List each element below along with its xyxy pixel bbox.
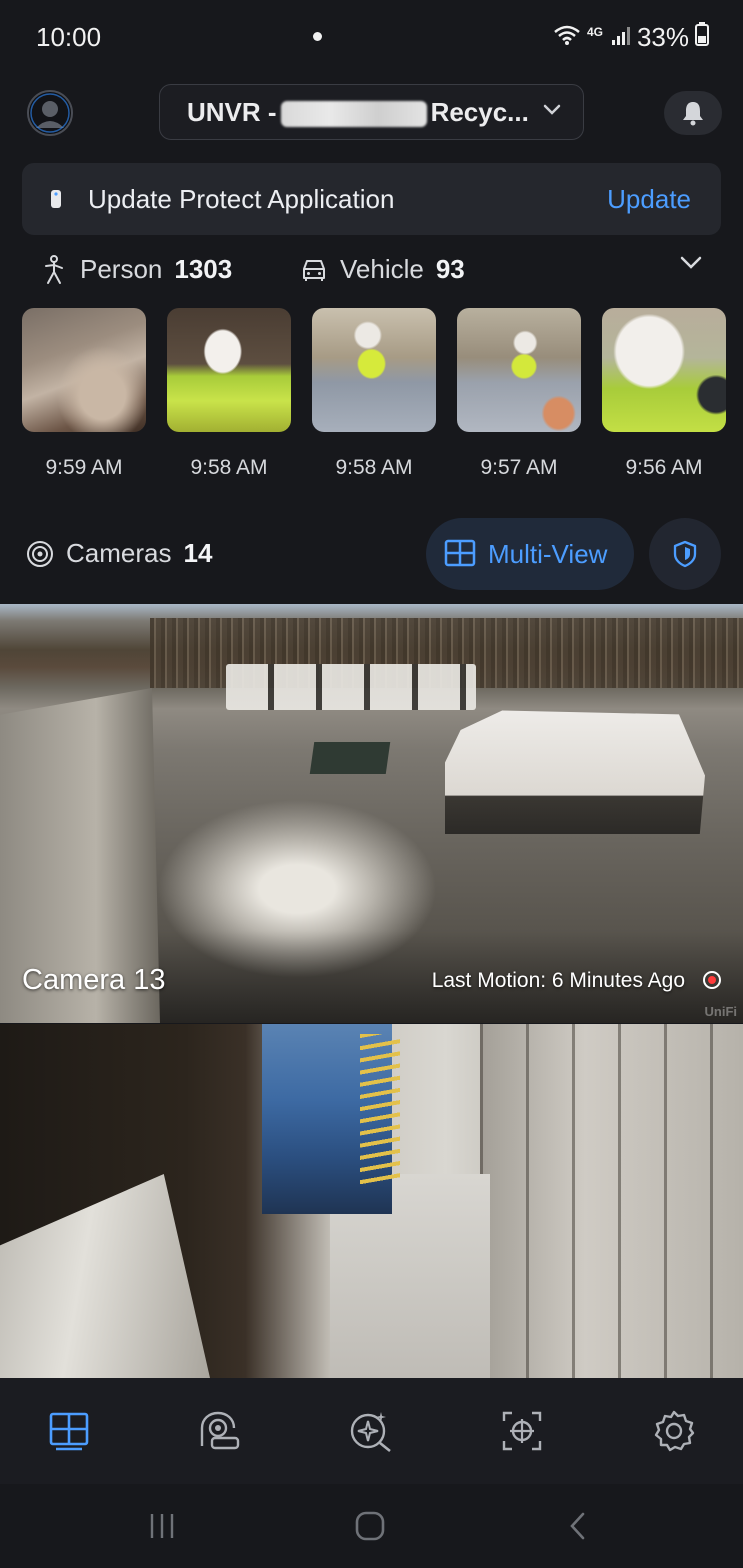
settings-icon	[654, 1410, 695, 1452]
update-banner: Update Protect Application Update	[22, 163, 721, 235]
site-name-suffix: Recyc...	[430, 96, 529, 127]
home-button[interactable]	[350, 1506, 390, 1546]
wifi-icon	[553, 22, 581, 53]
event-thumbnail[interactable]	[602, 308, 726, 432]
shield-icon	[673, 540, 697, 568]
feed-scenery	[360, 1034, 400, 1184]
person-count: 1303	[174, 254, 233, 284]
nav-alarm-manager[interactable]	[497, 1406, 547, 1456]
update-button[interactable]: Update	[607, 184, 691, 215]
user-avatar-icon	[30, 93, 70, 133]
recent-apps-button[interactable]	[142, 1506, 182, 1546]
cameras-count: 14	[183, 538, 213, 568]
feed-scenery	[309, 742, 391, 774]
camera-feed[interactable]	[0, 1024, 743, 1378]
multi-view-button[interactable]: Multi-View	[426, 518, 634, 590]
camera-watermark: UniFi	[704, 1004, 738, 1019]
event-thumbnail[interactable]	[457, 308, 581, 432]
event-time: 9:59 AM	[45, 456, 123, 479]
event-time: 9:56 AM	[625, 456, 703, 479]
site-name-prefix: UNVR -	[187, 96, 277, 127]
feed-scenery	[226, 664, 476, 710]
battery-percent: 33%	[636, 22, 689, 52]
event-thumbnail[interactable]	[167, 308, 291, 432]
event-time: 9:58 AM	[190, 456, 268, 479]
cameras-icon	[200, 1411, 240, 1450]
bell-icon	[683, 102, 703, 126]
event-thumbnail[interactable]	[312, 308, 436, 432]
camera-feed[interactable]: Camera 13 Last Motion: 6 Minutes Ago Uni…	[0, 604, 743, 1023]
vehicle-filter[interactable]: Vehicle 93	[300, 254, 465, 285]
cameras-label: Cameras	[66, 538, 172, 568]
status-time: 10:00	[36, 22, 102, 52]
bottom-navigation	[0, 1378, 743, 1484]
multi-view-label: Multi-View	[488, 538, 608, 569]
person-filter[interactable]: Person 1303	[40, 254, 232, 285]
nav-settings[interactable]	[649, 1406, 699, 1456]
feed-scenery	[480, 1024, 743, 1378]
notifications-button[interactable]	[664, 91, 722, 135]
detections-icon	[350, 1412, 391, 1453]
nav-multiview[interactable]	[44, 1406, 94, 1456]
cameras-header: Cameras 14	[26, 538, 212, 569]
person-icon	[45, 254, 63, 284]
event-thumbnail-strip[interactable]: 9:59 AM 9:58 AM 9:58 AM 9:57 AM 9:56 AM	[22, 308, 743, 488]
back-icon	[570, 1512, 585, 1540]
vehicle-label: Vehicle	[340, 254, 424, 284]
site-name: UNVR - Recyc...	[187, 97, 529, 128]
chevron-down-icon	[680, 256, 702, 269]
feed-scenery	[0, 1174, 210, 1378]
event-thumbnail[interactable]	[22, 308, 146, 432]
notification-dot-icon	[313, 32, 322, 41]
status-indicators: 4G 33%	[553, 22, 709, 53]
nav-cameras[interactable]	[195, 1406, 245, 1456]
recent-apps-icon	[150, 1514, 174, 1538]
redacted-area	[280, 100, 427, 127]
nav-detections[interactable]	[346, 1406, 396, 1456]
battery-icon	[695, 22, 709, 53]
signal-icon	[611, 22, 631, 53]
phone-icon	[50, 189, 62, 214]
feed-scenery	[445, 710, 705, 834]
grid-icon	[444, 539, 476, 567]
car-icon	[303, 259, 325, 281]
site-selector[interactable]: UNVR - Recyc...	[159, 84, 584, 140]
network-type: 4G	[586, 24, 603, 39]
person-label: Person	[80, 254, 163, 284]
chevron-down-icon	[543, 103, 561, 121]
vehicle-count: 93	[435, 254, 465, 284]
system-navigation-bar	[0, 1484, 743, 1568]
expand-detections-button[interactable]	[680, 256, 702, 275]
back-button[interactable]	[558, 1506, 598, 1546]
profile-avatar[interactable]	[27, 90, 73, 136]
multiview-icon	[49, 1412, 89, 1451]
event-time: 9:58 AM	[335, 456, 413, 479]
detection-summary: Person 1303 Vehicle 93	[40, 250, 720, 290]
alarm-manager-icon	[502, 1411, 542, 1451]
home-icon	[355, 1511, 385, 1541]
shield-button[interactable]	[649, 518, 721, 590]
banner-message: Update Protect Application	[88, 184, 395, 214]
camera-lens-icon	[27, 540, 53, 567]
camera-name: Camera 13	[22, 964, 166, 996]
status-bar: 10:00 4G 33%	[0, 0, 743, 72]
event-time: 9:57 AM	[480, 456, 558, 479]
last-motion: Last Motion: 6 Minutes Ago	[431, 969, 685, 992]
recording-icon	[703, 971, 721, 989]
